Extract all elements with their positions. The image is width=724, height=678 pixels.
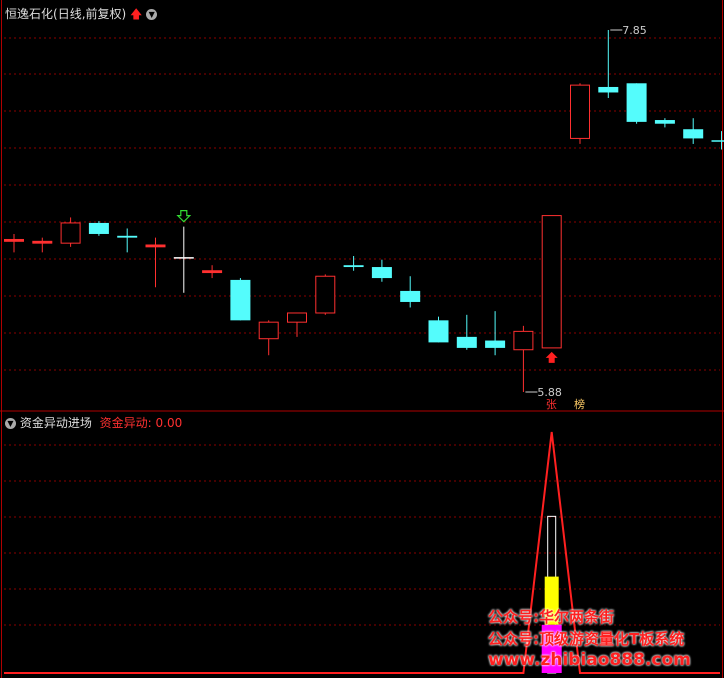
candle <box>230 278 251 321</box>
watermark-line-2: 公众号:顶级游资量化T板系统 <box>488 630 685 648</box>
candle <box>88 221 109 236</box>
indicator-value: 0.00 <box>155 416 183 430</box>
candle <box>683 118 704 144</box>
candle-body <box>683 129 704 139</box>
candle <box>541 215 562 349</box>
candle <box>4 233 24 253</box>
candle-body <box>541 215 562 349</box>
dragon-tiger-list-tag[interactable]: 榜 <box>574 397 585 411</box>
candle <box>400 276 421 308</box>
candle-body <box>60 222 81 244</box>
candle <box>117 228 138 253</box>
candle-body <box>711 140 724 142</box>
candle <box>32 237 53 253</box>
candle-body <box>88 222 109 234</box>
candle-body <box>202 270 223 274</box>
candle-body <box>428 320 449 343</box>
chevron-down-circle-icon[interactable]: ▼ <box>146 9 158 20</box>
candle <box>428 316 449 343</box>
candle <box>315 274 336 315</box>
candle-body <box>117 235 138 238</box>
candle <box>598 30 619 98</box>
candle-body <box>32 240 53 244</box>
candle-body <box>315 275 336 314</box>
candle <box>173 226 194 293</box>
indicator-name: 资金异动进场 <box>19 416 92 430</box>
candle-body <box>371 267 392 279</box>
candle-body <box>258 321 279 340</box>
candle-body <box>456 336 477 348</box>
candle <box>258 320 279 356</box>
candle-body <box>145 244 166 248</box>
candle-body <box>513 330 534 351</box>
candle-body <box>485 340 506 348</box>
candle <box>456 314 477 350</box>
candle <box>513 325 534 392</box>
candle-body <box>287 312 307 323</box>
high-price-label: 7.85 <box>622 24 647 37</box>
limit-up-tag[interactable]: 张 <box>546 398 557 411</box>
candle <box>202 265 223 279</box>
candle-body <box>626 83 647 122</box>
candle <box>371 259 392 282</box>
red-up-arrow-icon: 🡅 <box>130 7 143 21</box>
candle <box>343 256 364 271</box>
candle-body <box>4 238 24 242</box>
candle-body <box>400 290 421 302</box>
stock-name: 恒逸石化 <box>5 7 54 21</box>
candle <box>60 217 81 247</box>
candle <box>485 311 506 356</box>
red-up-arrow-icon <box>545 351 558 363</box>
indicator-grid <box>4 444 720 626</box>
watermark-line-3: www.zhibiao888.com <box>488 650 691 670</box>
watermark-line-1: 公众号:华尔两条街 <box>488 608 614 626</box>
candle-body <box>654 120 675 124</box>
indicator-value-readout: 资金异动: 0.00 <box>100 416 183 430</box>
candle <box>626 83 647 124</box>
candle-body <box>570 84 590 139</box>
candle-body <box>230 279 251 321</box>
indicator-value-label: 资金异动: <box>99 416 152 430</box>
indicator-title[interactable]: ▼ 资金异动进场 资金异动: 0.00 <box>5 414 182 431</box>
chart-mode: (日线,前复权) <box>53 7 127 21</box>
chart-title[interactable]: 恒逸石化(日线,前复权) 🡅 ▼ <box>5 5 158 26</box>
candle <box>654 118 675 128</box>
candle <box>570 83 590 144</box>
candle-body <box>598 86 619 93</box>
candle <box>145 237 166 288</box>
chart-canvas[interactable]: 7.85 5.88 张 榜 <box>0 0 724 678</box>
chevron-down-circle-icon[interactable]: ▼ <box>5 418 16 429</box>
green-down-arrow-icon <box>176 210 192 223</box>
candle-body <box>343 265 364 268</box>
candlestick-series[interactable] <box>4 30 724 392</box>
